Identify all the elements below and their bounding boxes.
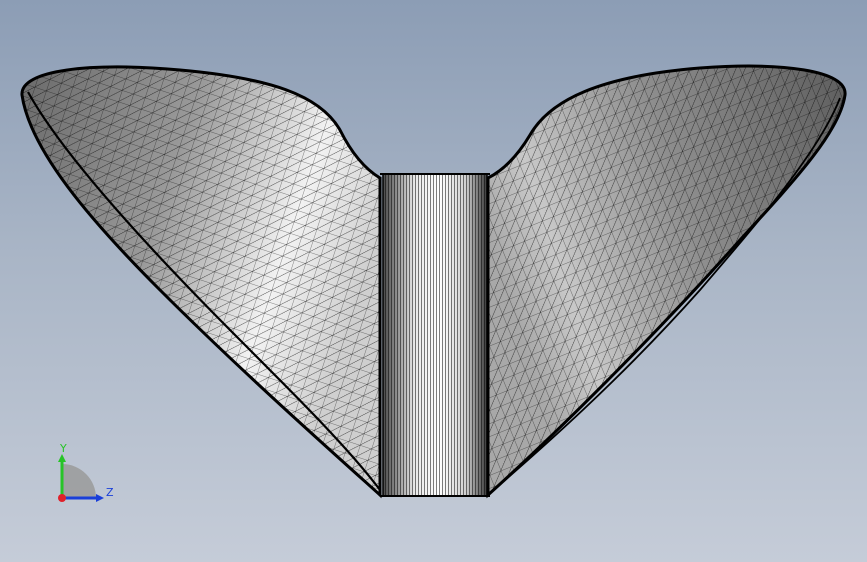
left-blade bbox=[20, 65, 382, 499]
propeller-mesh-model[interactable] bbox=[0, 0, 867, 562]
propeller-hub bbox=[380, 173, 490, 497]
y-axis-arrowhead bbox=[58, 454, 66, 462]
z-axis-arrowhead bbox=[96, 494, 104, 502]
triad-origin bbox=[58, 494, 66, 502]
z-axis-label: Z bbox=[106, 486, 114, 499]
graphics-viewport[interactable]: Y Z bbox=[0, 0, 867, 562]
y-axis-label: Y bbox=[59, 442, 67, 455]
orientation-triad[interactable]: Y Z bbox=[48, 440, 118, 510]
triad-plane bbox=[62, 464, 96, 498]
right-blade bbox=[486, 64, 847, 499]
